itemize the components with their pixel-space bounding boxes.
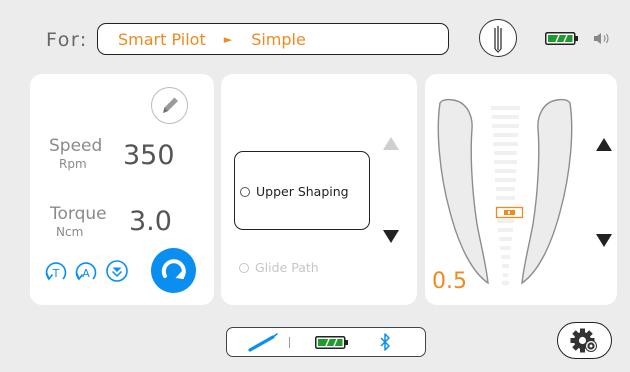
program-name: Smart Pilot <box>118 29 206 49</box>
torque-value[interactable]: 3.0 <box>129 206 172 237</box>
step-label: Upper Shaping <box>256 184 349 199</box>
torque-readout: 0.5 <box>432 269 467 294</box>
torque-panel: 0.5 <box>425 74 617 305</box>
pencil-icon <box>162 97 178 113</box>
auto-reverse-icon[interactable]: A <box>73 258 99 284</box>
step-item-glide-path[interactable]: Glide Path <box>235 260 365 276</box>
battery-icon <box>545 32 578 45</box>
step-up-arrow-icon[interactable] <box>383 137 399 150</box>
speed-unit: Rpm <box>59 157 87 171</box>
torque-up-arrow-icon[interactable] <box>596 138 612 151</box>
settings-gear-icon <box>570 328 597 352</box>
svg-text:T: T <box>52 267 60 280</box>
speed-value[interactable]: 350 <box>123 140 175 171</box>
auto-forward-icon[interactable] <box>105 259 129 283</box>
step-item-upper-shaping[interactable]: Upper Shaping <box>234 151 370 230</box>
edit-button[interactable] <box>151 87 188 124</box>
battery-icon <box>315 336 348 349</box>
program-separator-icon: ► <box>223 32 233 46</box>
divider <box>289 337 290 348</box>
sound-icon[interactable] <box>593 31 611 46</box>
step-label: Glide Path <box>255 260 319 275</box>
svg-text:A: A <box>82 267 90 280</box>
settings-panel: Speed Rpm 350 Torque Ncm 3.0 T A <box>30 74 214 305</box>
program-mode: Simple <box>251 29 306 49</box>
rotation-start-icon <box>161 259 186 279</box>
steps-panel: Upper Shaping Glide Path <box>221 74 417 305</box>
speed-label: Speed <box>49 136 103 156</box>
radio-icon <box>239 263 249 273</box>
handpiece-icon <box>248 333 278 352</box>
radio-icon <box>240 187 250 197</box>
status-bar <box>226 327 426 357</box>
step-down-arrow-icon[interactable] <box>383 230 399 243</box>
file-library-icon <box>493 25 502 53</box>
torque-mode-icon[interactable]: T <box>43 258 69 284</box>
settings-button[interactable] <box>557 322 612 359</box>
bluetooth-icon <box>380 333 390 351</box>
torque-down-arrow-icon[interactable] <box>596 234 612 247</box>
start-rotation-button[interactable] <box>151 248 196 293</box>
for-label: For: <box>46 29 88 51</box>
torque-unit: Ncm <box>56 225 84 239</box>
program-selector[interactable]: Smart Pilot ► Simple <box>97 23 449 55</box>
torque-label: Torque <box>50 204 107 224</box>
file-library-button[interactable] <box>479 19 517 57</box>
